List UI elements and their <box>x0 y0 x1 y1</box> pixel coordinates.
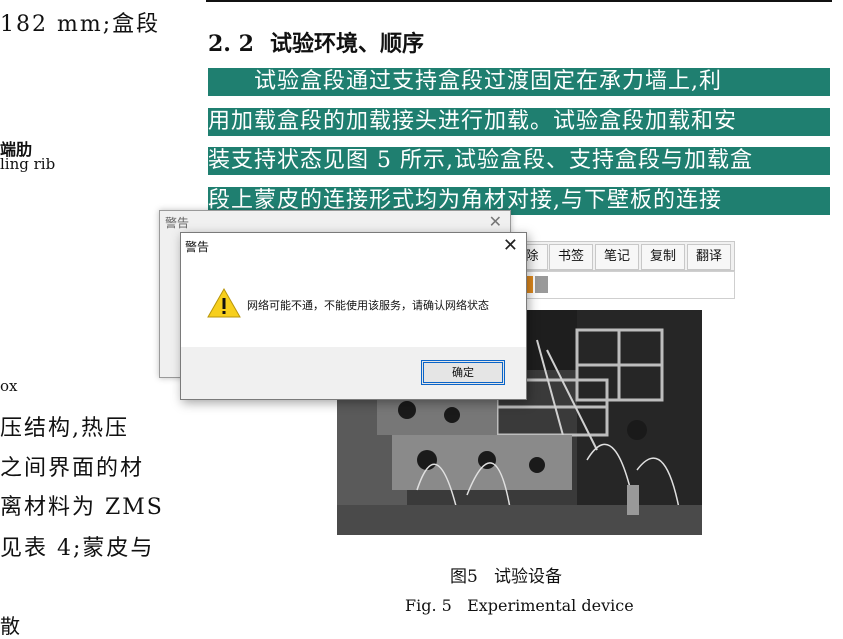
highlighted-line-3[interactable]: 装支持状态见图 5 所示,试验盒段、支持盒段与加载盒 <box>208 147 830 175</box>
highlighted-line-1[interactable]: 试验盒段通过支持盒段过渡固定在承力墙上,利 <box>208 68 830 96</box>
figure-caption-en: Fig. 5 Experimental device <box>405 596 634 615</box>
section-title: 试验环境、顺序 <box>269 31 424 57</box>
section-heading: 2. 2 试验环境、顺序 <box>208 26 424 58</box>
note-button[interactable]: 笔记 <box>595 244 639 270</box>
copy-button[interactable]: 复制 <box>641 244 685 270</box>
left-body-line-1: 压结构,热压 <box>0 416 129 441</box>
figure-number-en: Fig. 5 <box>405 596 452 615</box>
close-icon[interactable]: ✕ <box>503 235 518 256</box>
dialog-back-close-icon[interactable]: ✕ <box>489 212 502 231</box>
ok-button[interactable]: 确定 <box>421 360 505 385</box>
gray-swatch[interactable] <box>535 276 548 293</box>
rib-label-en: ling rib <box>0 155 56 173</box>
dialog-back-title: 警告 <box>165 216 190 230</box>
section-number: 2. 2 <box>208 31 254 57</box>
figure-title-cn: 试验设备 <box>494 567 563 587</box>
top-rule <box>206 0 832 2</box>
selection-toolbar: 除 书签 笔记 复制 翻译 <box>515 241 735 271</box>
bookmark-button[interactable]: 书签 <box>549 244 593 270</box>
translate-button[interactable]: 翻译 <box>687 244 731 270</box>
figure-title-en: Experimental device <box>467 596 634 615</box>
highlight-color-bar <box>515 271 735 299</box>
warning-icon <box>207 287 241 318</box>
dialog-message: 网络可能不通，不能使用该服务，请确认网络状态 <box>247 299 489 312</box>
warning-dialog: 警告 ✕ 网络可能不通，不能使用该服务，请确认网络状态 确定 <box>180 232 527 400</box>
left-body-line-4: 见表 4;蒙皮与 <box>0 536 155 561</box>
figure-number-cn: 图5 <box>450 567 478 587</box>
left-body-line-2: 之间界面的材 <box>0 456 145 481</box>
left-body-line-3: 离材料为 ZMS <box>0 495 164 520</box>
highlighted-line-2[interactable]: 用加载盒段的加载接头进行加载。试验盒段加载和安 <box>208 108 830 136</box>
dialog-title: 警告 <box>185 240 210 254</box>
left-bottom-fragment: 散 <box>0 614 20 638</box>
left-text-line-1: 182 mm;盒段 <box>0 12 161 37</box>
figure-caption-cn: 图5 试验设备 <box>450 562 562 587</box>
box-label-fragment: ox <box>0 377 18 395</box>
